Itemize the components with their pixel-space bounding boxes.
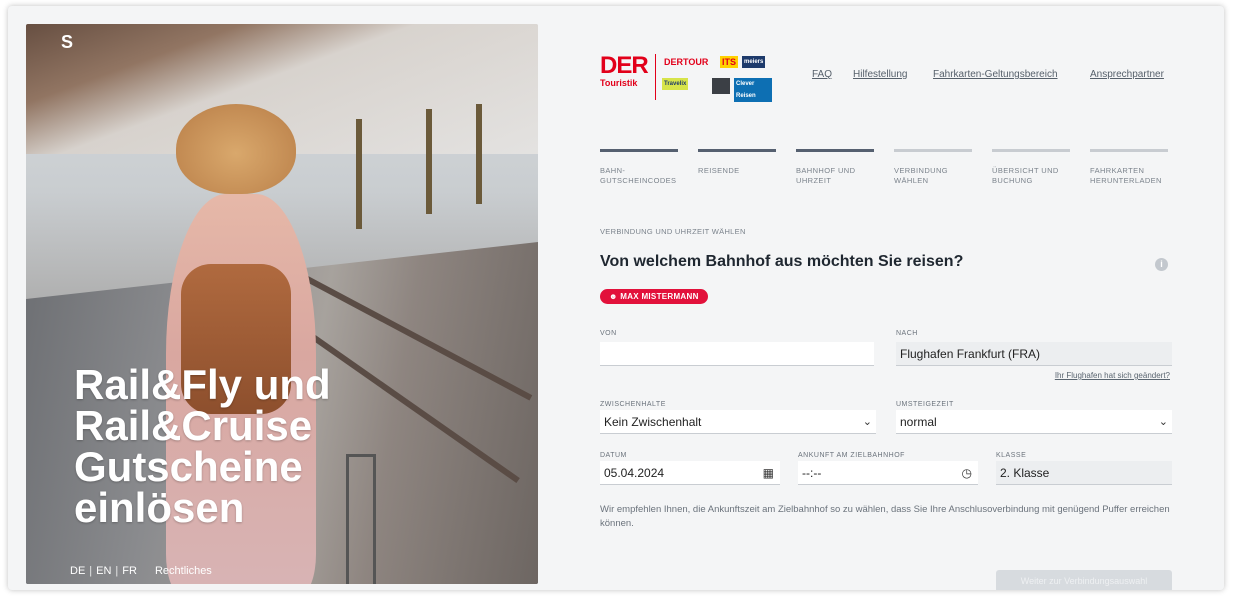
stops-label: ZWISCHENHALTE bbox=[600, 401, 666, 408]
class-label: KLASSE bbox=[996, 452, 1027, 459]
step-label: VERBINDUNG WÄHLEN bbox=[894, 166, 949, 185]
transfer-label: UMSTEIGEZEIT bbox=[896, 401, 954, 408]
step-vouchers[interactable]: BAHN-GUTSCHEINCODES bbox=[600, 149, 678, 186]
step-bar bbox=[600, 149, 678, 152]
hero-title: Rail&Fly und Rail&Cruise Gutscheine einl… bbox=[74, 361, 331, 531]
step-label: REISENDE bbox=[698, 166, 740, 175]
step-overview: ÜBERSICHT UND BUCHUNG bbox=[992, 149, 1070, 186]
lang-en[interactable]: EN bbox=[96, 565, 111, 577]
der-logo-subtext: Touristik bbox=[600, 78, 638, 88]
von-label: VON bbox=[600, 330, 617, 337]
step-label: FAHRKARTEN HERUNTERLADEN bbox=[1090, 166, 1162, 185]
step-bar bbox=[698, 149, 776, 152]
von-input[interactable] bbox=[600, 342, 874, 366]
roof-post bbox=[426, 109, 432, 214]
nach-label: NACH bbox=[896, 330, 918, 337]
page-question: Von welchem Bahnhof aus möchten Sie reis… bbox=[600, 253, 964, 270]
lang-de[interactable]: DE bbox=[70, 565, 85, 577]
step-download: FAHRKARTEN HERUNTERLADEN bbox=[1090, 149, 1168, 186]
chevron-down-icon: ⌄ bbox=[862, 416, 872, 428]
step-label: BAHN-GUTSCHEINCODES bbox=[600, 166, 677, 185]
booking-panel: DER Touristik DERTOUR ITS meiers Traveli… bbox=[538, 24, 1224, 590]
sun-hat bbox=[176, 104, 296, 194]
next-button[interactable]: Weiter zur Verbindungsauswahl bbox=[996, 570, 1172, 590]
chevron-down-icon: ⌄ bbox=[1158, 416, 1168, 428]
corner-mark: S bbox=[61, 32, 74, 52]
date-input[interactable]: 05.04.2024 ▦ bbox=[600, 461, 780, 485]
nav-faq[interactable]: FAQ bbox=[812, 69, 832, 80]
language-switcher: DE | EN | FR Rechtliches bbox=[70, 565, 212, 577]
roof-post bbox=[476, 104, 482, 204]
class-value: 2. Klasse bbox=[1000, 466, 1050, 480]
step-station-time[interactable]: BAHNHOF UND UHRZEIT bbox=[796, 149, 874, 186]
nav-help[interactable]: Hilfestellung bbox=[853, 69, 907, 80]
info-icon[interactable]: i bbox=[1155, 258, 1168, 271]
stops-value: Kein Zwischenhalt bbox=[604, 415, 702, 429]
nav-contact[interactable]: Ansprechpartner bbox=[1090, 69, 1164, 80]
nach-input[interactable]: Flughafen Frankfurt (FRA) bbox=[896, 342, 1172, 366]
lang-divider: | bbox=[115, 565, 119, 577]
clever-reisen-logo: Clever Reisen bbox=[734, 78, 772, 102]
date-label: DATUM bbox=[600, 452, 627, 459]
arrival-hint: Wir empfehlen Ihnen, die Ankunftszeit am… bbox=[600, 504, 1170, 529]
step-bar bbox=[894, 149, 972, 152]
step-label: BAHNHOF UND UHRZEIT bbox=[796, 166, 856, 185]
traveler-badge: ☻ MAX MISTERMANN bbox=[600, 289, 708, 304]
stops-select[interactable]: Kein Zwischenhalt ⌄ bbox=[600, 410, 876, 434]
step-connection: VERBINDUNG WÄHLEN bbox=[894, 149, 972, 186]
transfer-select[interactable]: normal ⌄ bbox=[896, 410, 1172, 434]
transfer-value: normal bbox=[900, 415, 937, 429]
lang-fr[interactable]: FR bbox=[122, 565, 137, 577]
airport-changed-link[interactable]: Ihr Flughafen hat sich geändert? bbox=[1055, 371, 1170, 380]
der-logo-text: DER bbox=[600, 52, 649, 79]
travelix-logo: Travelix bbox=[662, 78, 689, 90]
der-touristik-logo[interactable]: DER Touristik bbox=[600, 52, 649, 100]
arrival-time-input[interactable]: --:-- ◷ bbox=[798, 461, 978, 485]
clock-icon[interactable]: ◷ bbox=[962, 461, 972, 485]
meiers-logo: meiers bbox=[742, 56, 766, 68]
step-label: ÜBERSICHT UND BUCHUNG bbox=[992, 166, 1059, 185]
arrival-label: ANKUNFT AM ZIELBAHNHOF bbox=[798, 452, 905, 459]
date-value: 05.04.2024 bbox=[604, 466, 665, 480]
nach-value: Flughafen Frankfurt (FRA) bbox=[900, 347, 1041, 361]
dertour-logo: DERTOUR bbox=[664, 57, 709, 67]
step-bar bbox=[992, 149, 1070, 152]
sub-brand-logos: DERTOUR ITS meiers Travelix Clever Reise… bbox=[662, 54, 772, 102]
traveler-name: MAX MISTERMANN bbox=[620, 292, 699, 301]
partner-logo bbox=[712, 78, 730, 94]
nav-validity[interactable]: Fahrkarten-Geltungsbereich bbox=[933, 69, 1058, 80]
step-bar bbox=[796, 149, 874, 152]
its-logo: ITS bbox=[720, 56, 739, 68]
arrival-value: --:-- bbox=[802, 466, 822, 480]
progress-steps: BAHN-GUTSCHEINCODES REISENDE BAHNHOF UND… bbox=[600, 149, 1172, 186]
class-field[interactable]: 2. Klasse bbox=[996, 461, 1172, 485]
legal-link[interactable]: Rechtliches bbox=[155, 565, 212, 577]
section-label: VERBINDUNG UND UHRZEIT WÄHLEN bbox=[600, 227, 746, 236]
lang-divider: | bbox=[89, 565, 93, 577]
step-travelers[interactable]: REISENDE bbox=[698, 149, 776, 186]
app-frame: S Rail&Fly und Rail&Cruise Gutscheine ei… bbox=[8, 6, 1224, 590]
step-bar bbox=[1090, 149, 1168, 152]
calendar-icon[interactable]: ▦ bbox=[763, 461, 774, 485]
roof-post bbox=[356, 119, 362, 229]
hero-image: S Rail&Fly und Rail&Cruise Gutscheine ei… bbox=[26, 24, 538, 584]
person-icon: ☻ bbox=[609, 292, 618, 301]
logo-divider bbox=[655, 54, 656, 100]
